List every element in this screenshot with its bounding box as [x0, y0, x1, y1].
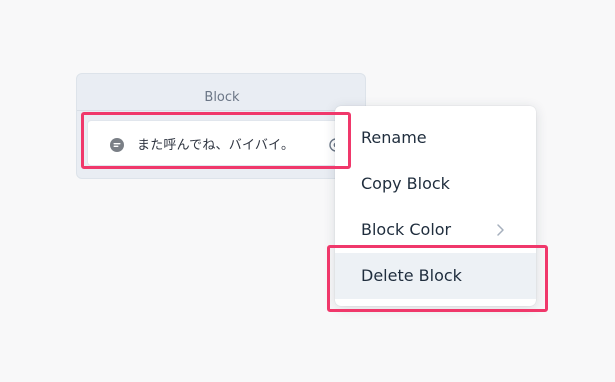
block-message-item[interactable]: また呼んでね、バイバイ。	[87, 120, 357, 166]
block-title: Block	[204, 90, 240, 105]
menu-item-rename[interactable]: Rename	[335, 115, 536, 161]
menu-item-label: Copy Block	[361, 174, 450, 193]
block-message-text: また呼んでね、バイバイ。	[137, 138, 295, 153]
chevron-right-icon	[497, 224, 504, 236]
context-menu: Rename Copy Block Block Color Delete Blo…	[335, 106, 536, 306]
menu-item-label: Delete Block	[361, 266, 462, 285]
menu-item-delete-block[interactable]: Delete Block	[335, 253, 536, 299]
menu-item-copy-block[interactable]: Copy Block	[335, 161, 536, 207]
menu-item-label: Block Color	[361, 220, 452, 239]
menu-item-label: Rename	[361, 128, 427, 147]
menu-item-block-color[interactable]: Block Color	[335, 207, 536, 253]
block-divider	[77, 110, 367, 111]
chat-bubble-icon	[110, 138, 124, 152]
block-card: Block また呼んでね、バイバイ。	[76, 73, 367, 179]
